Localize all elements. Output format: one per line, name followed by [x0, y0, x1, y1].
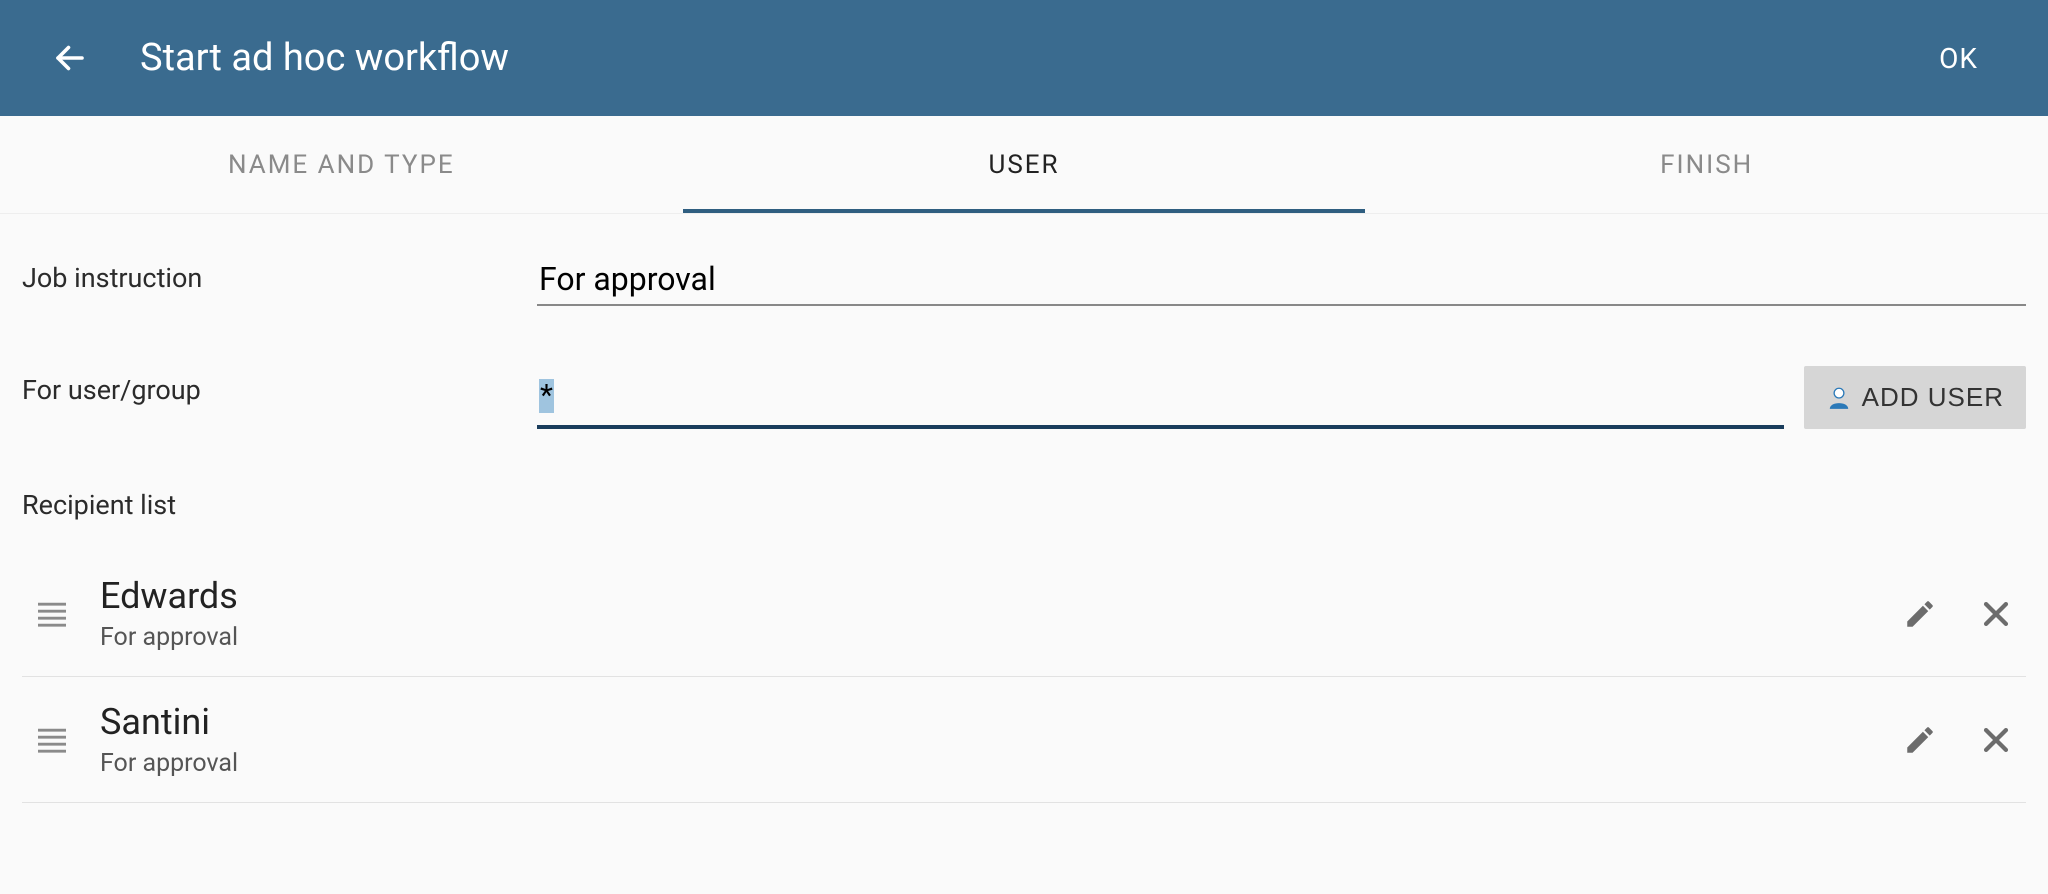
- tab-user[interactable]: USER: [683, 116, 1366, 213]
- edit-button[interactable]: [1900, 720, 1940, 760]
- wizard-tabs: NAME AND TYPE USER FINISH: [0, 116, 2048, 214]
- drag-handle[interactable]: [22, 600, 82, 628]
- user-group-row: For user/group * ADD USER: [22, 366, 2026, 429]
- drag-handle[interactable]: [22, 726, 82, 754]
- job-instruction-input[interactable]: [537, 254, 2026, 306]
- recipient-name: Santini: [100, 701, 1900, 743]
- pencil-icon: [1903, 597, 1937, 631]
- user-group-input[interactable]: [537, 375, 1784, 429]
- recipient-name: Edwards: [100, 575, 1900, 617]
- delete-button[interactable]: [1976, 720, 2016, 760]
- close-icon: [1979, 597, 2013, 631]
- user-group-label: For user/group: [22, 366, 537, 406]
- recipient-note: For approval: [100, 623, 1900, 652]
- recipient-list-label: Recipient list: [22, 489, 2026, 521]
- tab-finish[interactable]: FINISH: [1365, 116, 2048, 213]
- list-item: Santini For approval: [22, 677, 2026, 803]
- add-user-label: ADD USER: [1862, 382, 2004, 413]
- pencil-icon: [1903, 723, 1937, 757]
- close-icon: [1979, 723, 2013, 757]
- recipient-note: For approval: [100, 749, 1900, 778]
- drag-lines-icon: [35, 600, 69, 628]
- delete-button[interactable]: [1976, 594, 2016, 634]
- ok-button[interactable]: OK: [1919, 32, 1998, 85]
- add-user-button[interactable]: ADD USER: [1804, 366, 2026, 429]
- back-button[interactable]: [50, 38, 90, 78]
- dialog-header: Start ad hoc workflow OK: [0, 0, 2048, 116]
- arrow-left-icon: [52, 40, 88, 76]
- job-instruction-row: Job instruction: [22, 254, 2026, 306]
- content-area: Job instruction For user/group * ADD USE…: [0, 214, 2048, 803]
- recipient-list: Edwards For approval Santini For approva…: [22, 551, 2026, 803]
- drag-lines-icon: [35, 726, 69, 754]
- dialog-title: Start ad hoc workflow: [140, 36, 1919, 80]
- list-item: Edwards For approval: [22, 551, 2026, 677]
- tab-name-and-type[interactable]: NAME AND TYPE: [0, 116, 683, 213]
- job-instruction-label: Job instruction: [22, 254, 537, 294]
- edit-button[interactable]: [1900, 594, 1940, 634]
- user-icon: [1826, 385, 1852, 411]
